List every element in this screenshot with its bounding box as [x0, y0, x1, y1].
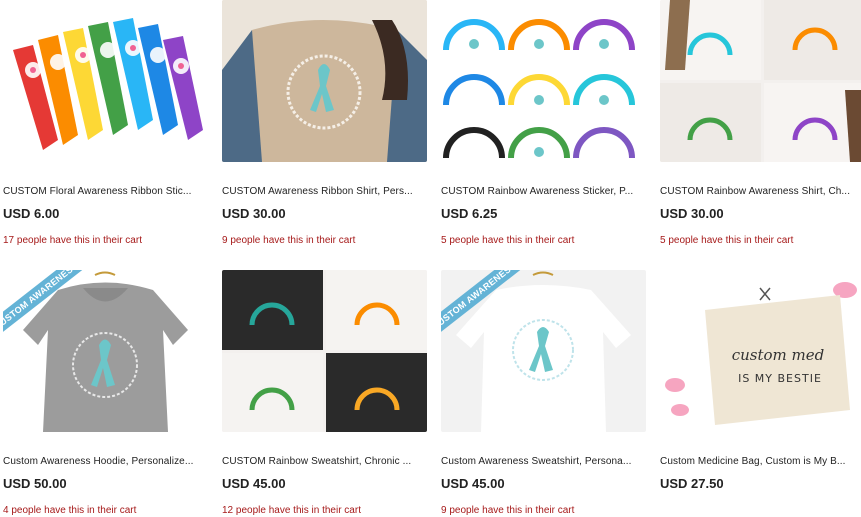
product-title[interactable]: CUSTOM Rainbow Awareness Shirt, Ch... [660, 186, 861, 197]
cart-count-note: 17 people have this in their cart [3, 235, 142, 246]
product-price: USD 50.00 [3, 476, 67, 491]
product-price: USD 30.00 [222, 206, 286, 221]
product-image[interactable]: CUSTOM AWARENESS [441, 270, 646, 432]
product-title[interactable]: CUSTOM Rainbow Awareness Sticker, P... [441, 186, 646, 197]
product-title[interactable]: CUSTOM Awareness Ribbon Shirt, Pers... [222, 186, 427, 197]
product-image[interactable] [660, 0, 861, 162]
product-image[interactable] [441, 0, 646, 162]
product-image[interactable] [222, 270, 427, 432]
product-image[interactable] [222, 0, 427, 162]
product-price: USD 6.00 [3, 206, 60, 221]
cart-count-note: 4 people have this in their cart [3, 505, 137, 516]
product-title[interactable]: Custom Medicine Bag, Custom is My B... [660, 456, 861, 467]
bag-print-text: custom med [732, 346, 825, 364]
product-price: USD 30.00 [660, 206, 724, 221]
cart-count-note: 9 people have this in their cart [441, 505, 575, 516]
product-title[interactable]: Custom Awareness Hoodie, Personalize... [3, 456, 208, 467]
product-image[interactable]: custom med IS MY BESTIE [660, 270, 861, 432]
product-title[interactable]: CUSTOM Floral Awareness Ribbon Stic... [3, 186, 208, 197]
product-price: USD 45.00 [441, 476, 505, 491]
product-price: USD 6.25 [441, 206, 498, 221]
product-title[interactable]: Custom Awareness Sweatshirt, Persona... [441, 456, 646, 467]
bag-print-text: IS MY BESTIE [738, 372, 822, 385]
cart-count-note: 5 people have this in their cart [441, 235, 575, 246]
product-image[interactable]: CUSTOM AWARENESS [3, 270, 208, 432]
cart-count-note: 9 people have this in their cart [222, 235, 356, 246]
cart-count-note: 12 people have this in their cart [222, 505, 361, 516]
product-price: USD 45.00 [222, 476, 286, 491]
product-image[interactable] [3, 0, 208, 162]
product-price: USD 27.50 [660, 476, 724, 491]
cart-count-note: 5 people have this in their cart [660, 235, 794, 246]
product-title[interactable]: CUSTOM Rainbow Sweatshirt, Chronic ... [222, 456, 427, 467]
